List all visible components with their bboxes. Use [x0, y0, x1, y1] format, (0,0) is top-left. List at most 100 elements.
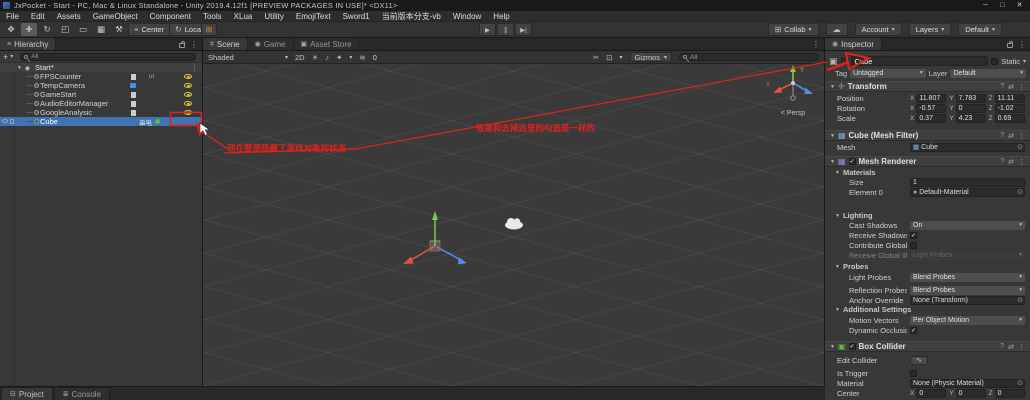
foldout-icon[interactable]: ▼: [830, 344, 835, 350]
size-field[interactable]: 1: [910, 178, 1025, 187]
component-enabled-checkbox[interactable]: [849, 158, 856, 165]
menu-assets[interactable]: Assets: [51, 11, 87, 22]
menu-window[interactable]: Window: [447, 11, 487, 22]
static-flags-dropdown-icon[interactable]: ▾: [1023, 58, 1026, 65]
tag-dropdown[interactable]: Untagged▾: [850, 69, 926, 78]
probes-foldout[interactable]: ▼ Probes: [825, 262, 1030, 271]
close-icon[interactable]: ✕: [1011, 0, 1028, 11]
menu-branch[interactable]: 当前版本分支-vb: [376, 11, 447, 22]
transform-header[interactable]: ▼ ✛ Transform ?⇄⋮: [825, 81, 1030, 92]
lighting-toggle-icon[interactable]: ☀: [312, 53, 319, 62]
is-trigger-checkbox[interactable]: [910, 370, 917, 377]
play-button[interactable]: ▶: [479, 23, 496, 36]
foldout-icon[interactable]: ▼: [17, 65, 22, 71]
scale-y-field[interactable]: 4.23: [956, 114, 986, 123]
lock-icon[interactable]: [1007, 43, 1013, 48]
hand-tool-icon[interactable]: ✥: [3, 23, 19, 36]
move-gizmo[interactable]: [393, 204, 503, 284]
preset-icon[interactable]: ⇄: [1008, 343, 1014, 351]
lighting-foldout[interactable]: ▼ Lighting: [825, 211, 1030, 220]
mesh-renderer-header[interactable]: ▼ ▦ Mesh Renderer ?⇄⋮: [825, 156, 1030, 167]
tab-console[interactable]: ≣Console: [54, 387, 110, 400]
audio-toggle-icon[interactable]: ♪: [325, 53, 329, 62]
foldout-icon[interactable]: ▼: [830, 159, 835, 165]
rotation-y-field[interactable]: 0: [956, 104, 986, 113]
rotate-tool-icon[interactable]: ↻: [39, 23, 55, 36]
position-z-field[interactable]: 11.11: [995, 94, 1025, 103]
materials-foldout[interactable]: ▼ Materials: [825, 168, 1030, 177]
cast-shadows-dropdown[interactable]: On▾: [910, 221, 1025, 230]
layout-dropdown[interactable]: Default▾: [958, 23, 1002, 36]
element0-object-field[interactable]: ●Default-Material⊙: [910, 188, 1025, 197]
preset-icon[interactable]: ⇄: [1008, 132, 1014, 140]
object-picker-icon[interactable]: ⊙: [1017, 189, 1023, 197]
scene-camera-icon[interactable]: ⊡: [606, 53, 612, 62]
component-menu-icon[interactable]: ⋮: [1018, 158, 1025, 166]
menu-component[interactable]: Component: [144, 11, 197, 22]
scene-orientation-gizmo[interactable]: Y X: [765, 64, 823, 108]
menu-gameobject[interactable]: GameObject: [87, 11, 144, 22]
center-x-field[interactable]: 0: [916, 389, 946, 398]
object-picker-icon[interactable]: ⊙: [1017, 297, 1023, 305]
static-checkbox[interactable]: [991, 58, 998, 65]
hierarchy-item-googleanalysic[interactable]: GoogleAnalysic: [0, 108, 202, 117]
visibility-eye-icon[interactable]: [184, 92, 192, 97]
tab-game[interactable]: ◉Game: [248, 38, 294, 50]
component-menu-icon[interactable]: ⋮: [1018, 343, 1025, 351]
gameobject-name-field[interactable]: Cube: [851, 56, 989, 66]
visibility-eye-icon[interactable]: [184, 74, 192, 79]
panel-menu-icon[interactable]: ⋮: [1018, 40, 1026, 49]
mesh-filter-header[interactable]: ▼ ▦ Cube (Mesh Filter) ?⇄⋮: [825, 130, 1030, 141]
help-icon[interactable]: ?: [1000, 158, 1004, 165]
help-icon[interactable]: ?: [1000, 343, 1004, 350]
scene-visibility-toggle-icon[interactable]: [2, 119, 8, 123]
2d-toggle[interactable]: 2D: [295, 53, 305, 62]
foldout-icon[interactable]: ▼: [830, 133, 835, 139]
cloud-button[interactable]: ☁: [826, 23, 848, 36]
shading-mode-dropdown[interactable]: Shaded▾: [208, 53, 288, 62]
scale-z-field[interactable]: 0.69: [995, 114, 1025, 123]
foldout-icon[interactable]: ▼: [830, 84, 835, 90]
scene-viewport[interactable]: Y X < Persp: [203, 64, 824, 386]
menu-file[interactable]: File: [0, 11, 25, 22]
minimize-icon[interactable]: ─: [977, 0, 994, 11]
object-picker-icon[interactable]: ⊙: [1017, 380, 1023, 388]
hierarchy-item-fpscounter[interactable]: FPSCounter ui: [0, 72, 202, 81]
scene-search-input[interactable]: All: [679, 53, 819, 61]
anchor-override-field[interactable]: None (Transform)⊙: [910, 296, 1025, 305]
gizmos-dropdown[interactable]: Gizmos▾: [630, 52, 672, 62]
tab-scene[interactable]: #Scene: [203, 38, 248, 50]
preset-icon[interactable]: ⇄: [1008, 158, 1014, 166]
box-collider-header[interactable]: ▼ ▣ Box Collider ?⇄⋮: [825, 341, 1030, 352]
object-picker-icon[interactable]: ⊙: [1017, 144, 1023, 152]
reflection-probes-dropdown[interactable]: Blend Probes▾: [910, 286, 1025, 295]
hidden-objects-icon[interactable]: ≋: [359, 53, 365, 62]
dynamic-occlusion-checkbox[interactable]: [910, 327, 917, 334]
contribute-gi-checkbox[interactable]: [910, 242, 917, 249]
mesh-object-field[interactable]: ▦Cube⊙: [910, 143, 1025, 152]
visibility-eye-icon[interactable]: [184, 83, 192, 88]
hierarchy-item-tempcamera[interactable]: TempCamera: [0, 81, 202, 90]
component-menu-icon[interactable]: ⋮: [1018, 83, 1025, 91]
cloud-object-icon[interactable]: [503, 216, 527, 230]
light-probes-dropdown[interactable]: Blend Probes▾: [910, 273, 1025, 282]
hierarchy-search-input[interactable]: All: [20, 53, 196, 61]
step-button[interactable]: ▶|: [515, 23, 532, 36]
menu-sword1[interactable]: Sword1: [337, 11, 376, 22]
preset-icon[interactable]: ⇄: [1008, 83, 1014, 91]
receive-shadows-checkbox[interactable]: [910, 232, 917, 239]
panel-menu-icon[interactable]: ⋮: [190, 40, 198, 49]
help-icon[interactable]: ?: [1000, 132, 1004, 139]
custom-tool-icon[interactable]: ⚒: [111, 23, 127, 36]
multi-tool-icon[interactable]: ▦: [93, 23, 109, 36]
component-menu-icon[interactable]: ⋮: [1018, 132, 1025, 140]
tools-icon[interactable]: ✂: [593, 53, 599, 62]
account-dropdown[interactable]: Account▾: [855, 23, 902, 36]
scale-tool-icon[interactable]: ◰: [57, 23, 73, 36]
scale-x-field[interactable]: 0.37: [916, 114, 946, 123]
panel-menu-icon[interactable]: ⋮: [812, 40, 820, 49]
component-enabled-checkbox[interactable]: [849, 343, 856, 350]
menu-xlua[interactable]: XLua: [228, 11, 259, 22]
move-tool-icon[interactable]: ✛: [21, 23, 37, 36]
layers-dropdown[interactable]: Layers▾: [909, 23, 952, 36]
